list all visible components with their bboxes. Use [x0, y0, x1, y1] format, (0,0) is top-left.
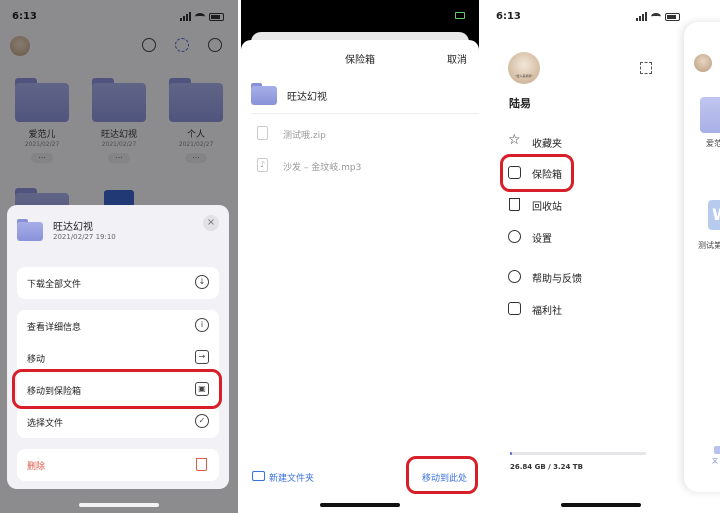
- file-name: 测试哦.zip: [283, 131, 326, 141]
- close-icon[interactable]: ×: [203, 215, 219, 231]
- status-bar: 6:13: [482, 0, 720, 34]
- tab-icon: [714, 446, 720, 454]
- status-icons: [636, 12, 680, 21]
- move-icon: →: [195, 350, 209, 364]
- download-card: 下载全部文件 ↓: [17, 267, 219, 299]
- peek-main-screen[interactable]: 爱范 W 测试第 文: [684, 22, 720, 492]
- storage-bar: [510, 452, 646, 455]
- trash-icon: [196, 458, 207, 471]
- check-icon: ✓: [195, 414, 209, 428]
- audio-file-icon: ♪: [257, 158, 268, 172]
- battery-icon: [455, 12, 465, 19]
- file-name: 测试第: [698, 241, 720, 250]
- wifi-icon: [651, 13, 661, 20]
- cancel-button[interactable]: 取消: [447, 51, 467, 66]
- folder-name: 爱范: [706, 139, 720, 148]
- avatar-caption: "给人来摸摸": [515, 74, 533, 78]
- download-all-button[interactable]: 下载全部文件 ↓: [17, 267, 219, 299]
- action-sheet: 旺达幻视 2021/02/27 19:10 × 下载全部文件 ↓ 查看详细信息 …: [7, 205, 229, 489]
- divider: [251, 113, 479, 114]
- battery-icon: [665, 12, 680, 21]
- folder-icon: [700, 97, 720, 133]
- sheet-title: 旺达幻视: [53, 222, 93, 233]
- smile-icon: [508, 270, 521, 283]
- highlight-box: [500, 154, 574, 192]
- avatar: [694, 54, 712, 72]
- download-icon: ↓: [195, 275, 209, 289]
- select-files-button[interactable]: 选择文件 ✓: [17, 406, 219, 438]
- star-icon: ☆: [508, 132, 521, 148]
- file-name: 沙发 – 金玟岐.mp3: [283, 163, 362, 173]
- gift-icon: [508, 302, 521, 315]
- delete-button[interactable]: 删除: [17, 449, 219, 481]
- scan-icon[interactable]: [640, 62, 652, 74]
- new-folder-button[interactable]: 新建文件夹: [269, 471, 314, 484]
- vault-title: 保险箱: [345, 55, 375, 66]
- avatar[interactable]: "给人来摸摸": [508, 52, 540, 84]
- screen-file-list: 6:13 爱范儿 旺达幻视 个人 2021/02/27 2021/02/27 2…: [0, 0, 238, 513]
- screen-vault-move: 保险箱 取消 旺达幻视 测试哦.zip ♪ 沙发 – 金玟岐.mp3 新建文件夹…: [241, 0, 479, 513]
- storage-bar-fill: [510, 452, 512, 455]
- trash-icon: [509, 198, 520, 211]
- sheet-subtitle: 2021/02/27 19:10: [53, 233, 116, 241]
- new-folder-icon[interactable]: [252, 471, 265, 481]
- home-indicator: [561, 503, 641, 507]
- sheet-folder-icon: [17, 219, 43, 241]
- folder-icon[interactable]: [251, 83, 277, 105]
- tab-label: 文: [712, 458, 719, 465]
- info-icon: i: [195, 318, 209, 332]
- zip-file-icon: [257, 126, 268, 140]
- highlight-box: [12, 369, 222, 409]
- settings-icon: [508, 230, 521, 243]
- highlight-box: [406, 456, 478, 494]
- signal-icon: [636, 12, 647, 21]
- home-indicator: [79, 503, 159, 507]
- screen-side-menu: 6:13 "给人来摸摸" 陆易 ☆ 收藏夹 保险箱 回收站 设置 帮助与反馈 福…: [482, 0, 720, 513]
- vault-panel: 保险箱 取消 旺达幻视 测试哦.zip ♪ 沙发 – 金玟岐.mp3 新建文件夹…: [241, 40, 479, 513]
- view-details-button[interactable]: 查看详细信息 i: [17, 310, 219, 342]
- status-time: 6:13: [496, 11, 521, 22]
- folder-name[interactable]: 旺达幻视: [287, 88, 327, 103]
- home-indicator: [320, 503, 400, 507]
- document-icon: W: [708, 200, 720, 230]
- storage-text: 26.84 GB / 3.24 TB: [510, 463, 583, 471]
- delete-card: 删除: [17, 449, 219, 481]
- user-name: 陆易: [509, 97, 531, 110]
